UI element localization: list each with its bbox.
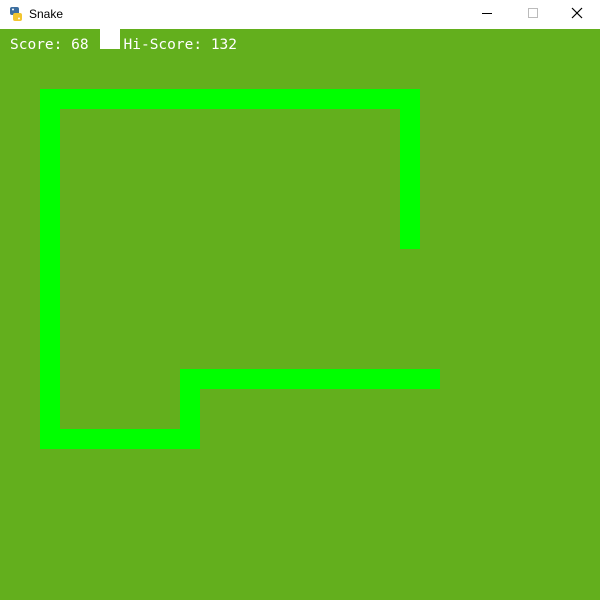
game-board[interactable]: Score: 68 Hi-Score: 132 (0, 29, 600, 600)
maximize-icon (527, 7, 539, 22)
python-snake-icon (8, 6, 24, 22)
snake-canvas (40, 89, 440, 449)
close-icon (571, 7, 583, 22)
hiscore-label: Hi-Score: (123, 37, 203, 53)
score-display: Score: 68 Hi-Score: 132 (10, 37, 237, 54)
score-value: 68 (71, 37, 89, 53)
snake-segment (400, 89, 420, 249)
snake-segment (40, 89, 60, 449)
hiscore-value: 132 (210, 37, 238, 53)
snake-segment (40, 429, 200, 449)
window-title: Snake (29, 7, 64, 21)
minimize-icon (481, 7, 493, 22)
title-bar[interactable]: Snake (0, 0, 600, 29)
snake-segment (180, 369, 440, 389)
score-label: Score: (10, 37, 63, 53)
close-button[interactable] (554, 0, 600, 29)
maximize-button[interactable] (510, 0, 556, 29)
snake-segment (40, 89, 420, 109)
snake-window: Snake Score: 68 Hi-Score: 132 (0, 0, 600, 600)
minimize-button[interactable] (464, 0, 510, 29)
